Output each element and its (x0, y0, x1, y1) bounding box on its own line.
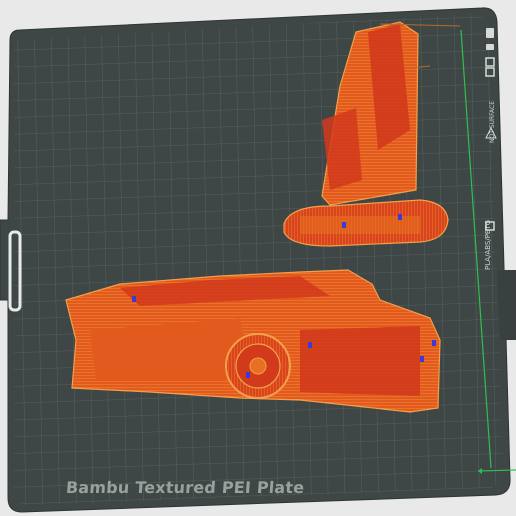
plate-handle-right (497, 270, 516, 340)
plate-viewport[interactable] (0, 0, 516, 516)
build-plate (0, 7, 516, 513)
plate-name-label: Bambu Textured PEI Plate (65, 478, 306, 497)
plate-filament-types: PLA/ABS/PETG (484, 219, 492, 270)
plate-hint-text: NOT SURFACE (489, 100, 496, 143)
